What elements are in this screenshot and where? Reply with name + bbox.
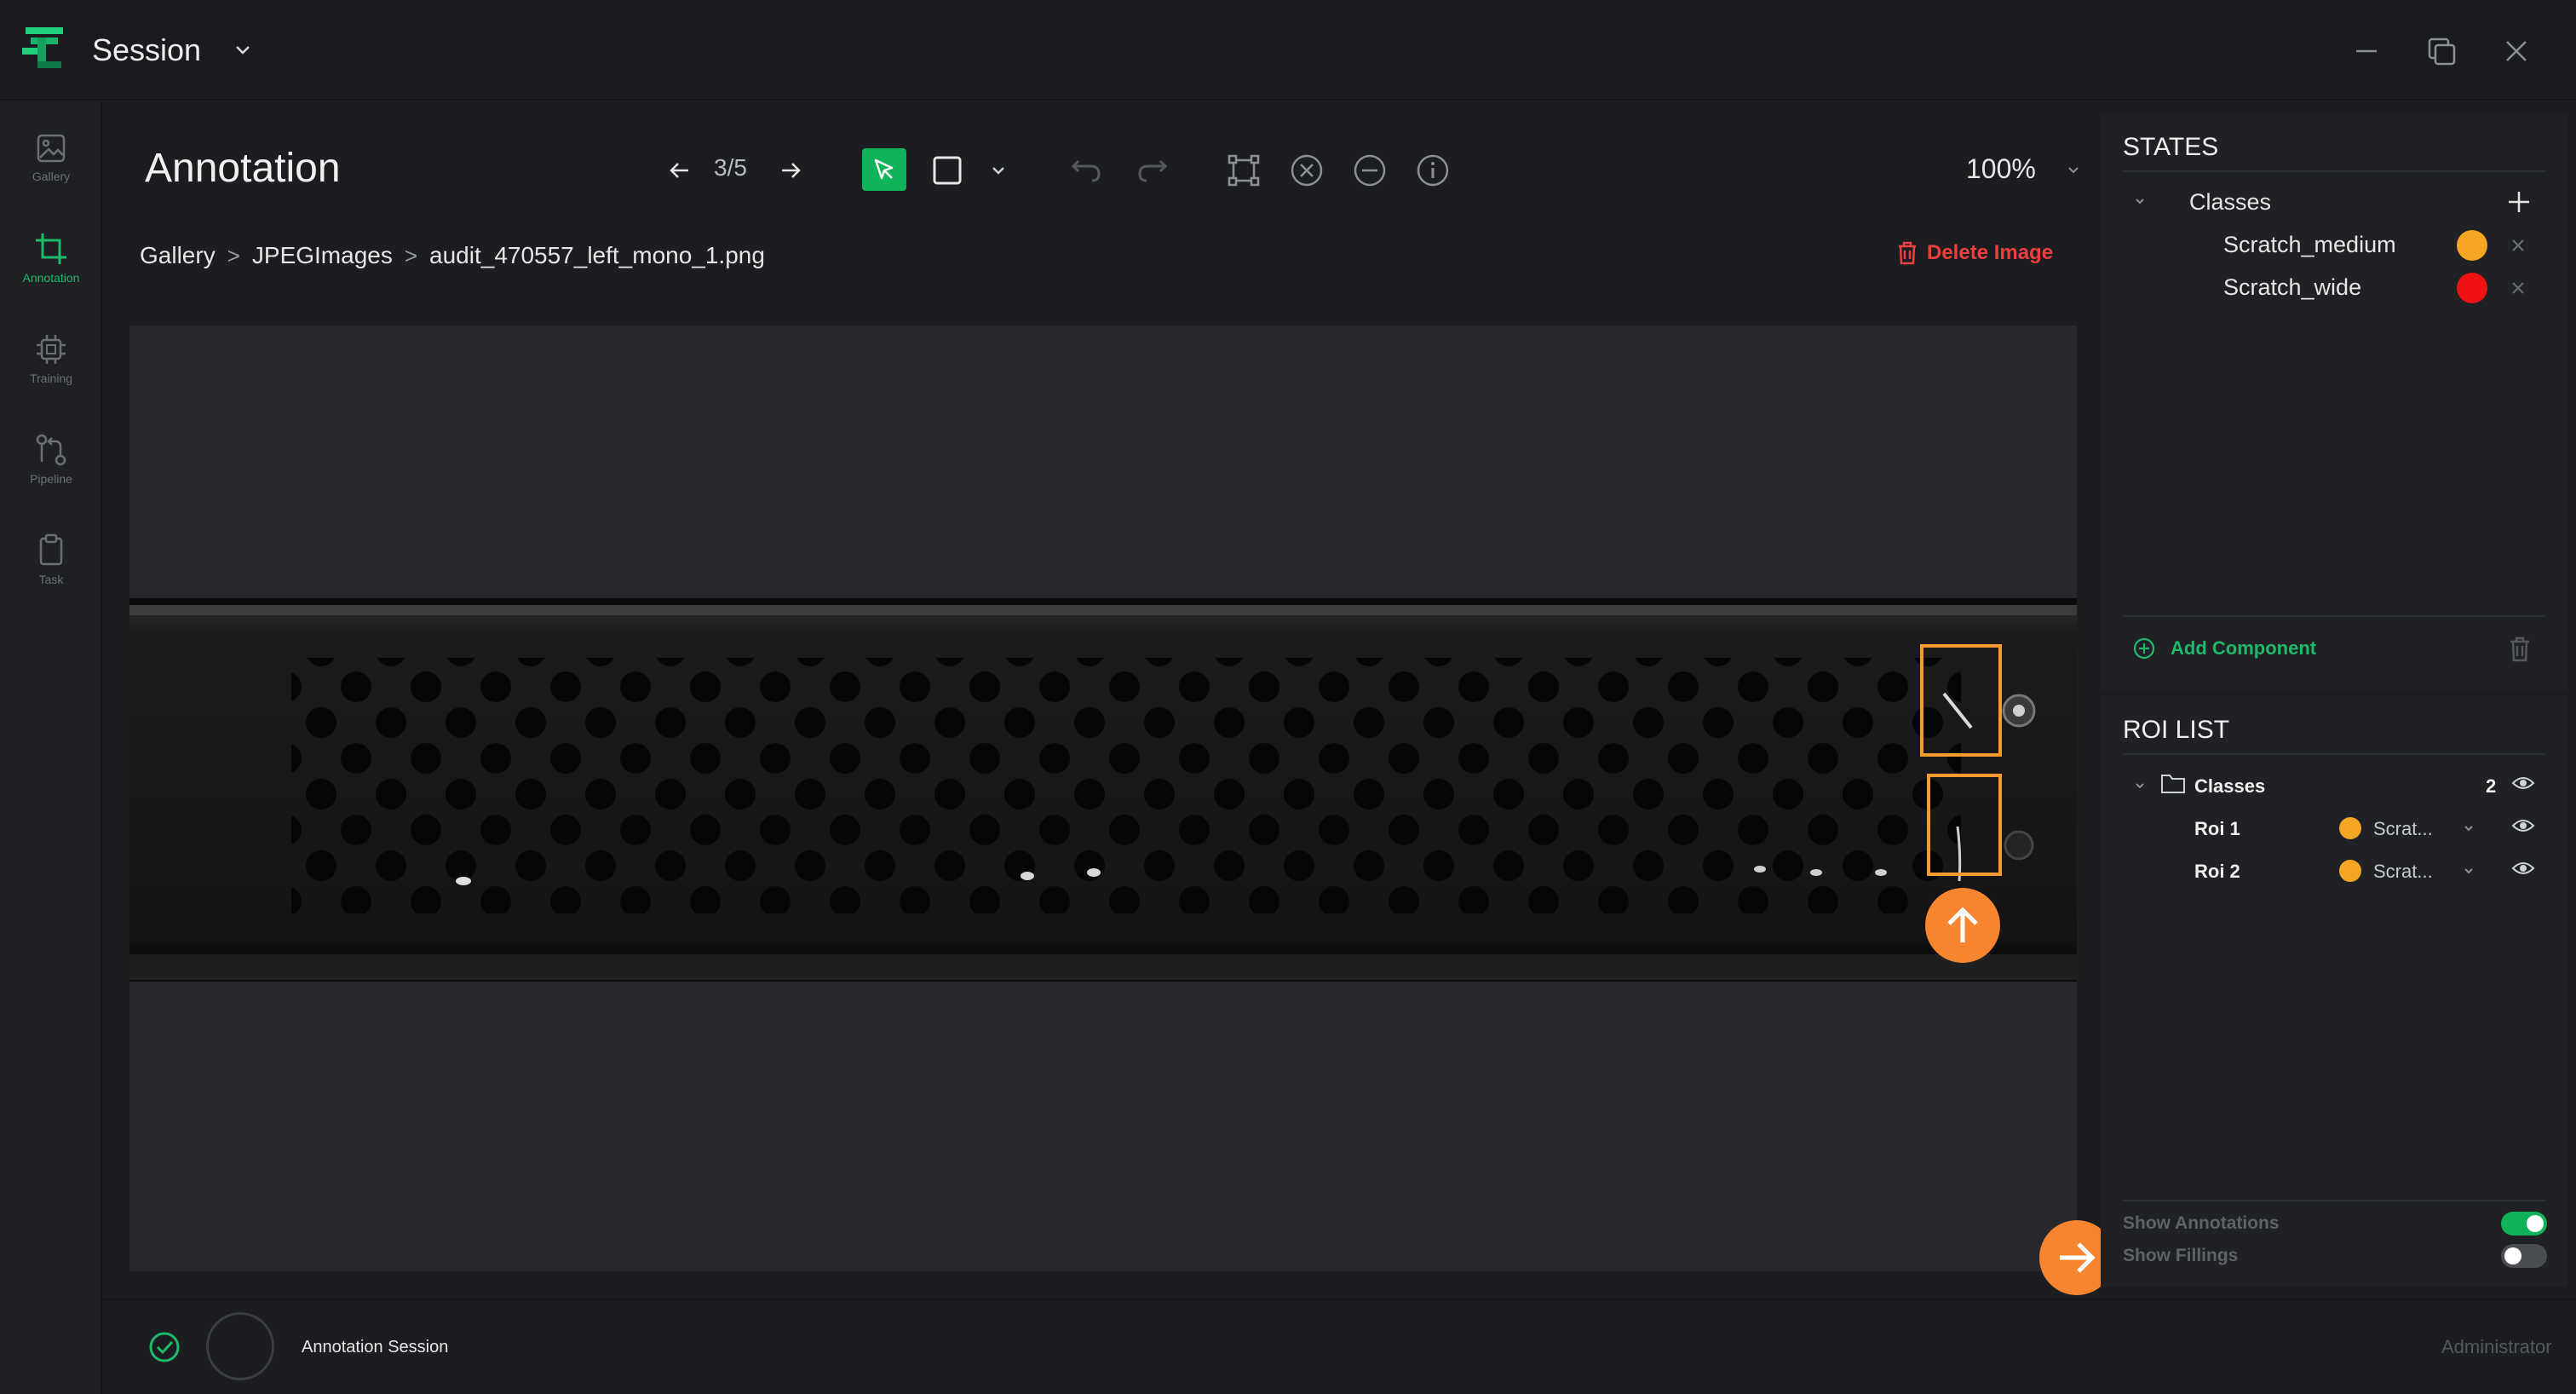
states-title: STATES (2123, 133, 2219, 161)
hint-up-arrow-icon (1925, 888, 2000, 963)
roi-item-label[interactable]: Roi 1 (2194, 818, 2240, 840)
show-fillings-toggle[interactable] (2501, 1244, 2547, 1268)
session-status-label: Annotation Session (302, 1338, 449, 1357)
roi-count: 2 (2486, 775, 2497, 797)
title-bar (0, 0, 2576, 101)
chevron-down-icon[interactable] (233, 41, 252, 60)
chevron-down-icon[interactable] (2462, 864, 2475, 878)
nav-label: Pipeline (30, 472, 72, 486)
classes-group-label: Classes (2189, 189, 2272, 215)
trash-icon[interactable] (2508, 636, 2532, 663)
divider (2123, 170, 2545, 172)
add-class-plus-icon[interactable] (2506, 189, 2532, 215)
divider (2123, 615, 2545, 617)
toggle-knob (2504, 1247, 2521, 1264)
show-fillings-label: Show Fillings (2123, 1246, 2239, 1265)
clear-circle-icon[interactable] (1286, 150, 1327, 191)
previous-arrow-icon[interactable] (659, 150, 700, 191)
folder-icon (2160, 772, 2186, 794)
progress-ring (206, 1312, 274, 1380)
eye-icon[interactable] (2511, 816, 2535, 835)
breadcrumb-file: audit_470557_left_mono_1.png (429, 242, 765, 268)
chip-icon (34, 332, 68, 366)
inspection-image (129, 598, 2077, 982)
nav-item-task[interactable]: Task (0, 513, 102, 607)
delete-image-button[interactable]: Delete Image (1896, 240, 2053, 266)
add-component-label: Add Component (2171, 637, 2317, 659)
close-icon[interactable] (2498, 32, 2535, 70)
roi-class-select[interactable]: Scrat... (2373, 818, 2433, 840)
undo-icon[interactable] (1067, 150, 1107, 191)
chevron-down-icon[interactable] (2133, 779, 2147, 792)
info-circle-icon[interactable] (1412, 150, 1453, 191)
chevron-down-icon[interactable] (978, 150, 1019, 191)
section-gap (2101, 692, 2567, 695)
select-tool-button[interactable] (862, 148, 906, 191)
status-bar (102, 1299, 2576, 1394)
user-role-label: Administrator (2441, 1336, 2552, 1357)
roi-box-1[interactable] (1920, 644, 2002, 757)
breadcrumb-separator: > (404, 242, 418, 268)
nav-label: Gallery (32, 170, 71, 183)
remove-circle-icon[interactable] (1349, 150, 1390, 191)
annotation-canvas[interactable] (129, 325, 2077, 1271)
session-title[interactable]: Session (92, 32, 201, 68)
roi-class-swatch (2339, 860, 2361, 882)
restore-icon[interactable] (2423, 32, 2460, 70)
roi-class-swatch (2339, 817, 2361, 839)
toggle-knob (2527, 1215, 2544, 1232)
rectangle-tool-icon[interactable] (927, 150, 968, 191)
zoom-level[interactable]: 100% (1966, 153, 2036, 185)
roi-group-label: Classes (2194, 775, 2266, 797)
nav-label: Annotation (22, 271, 80, 285)
minimize-icon[interactable] (2348, 32, 2385, 70)
redo-icon[interactable] (1131, 150, 1172, 191)
fit-bounds-icon[interactable] (1223, 150, 1264, 191)
nav-item-gallery[interactable]: Gallery (0, 111, 102, 204)
add-component-button[interactable]: Add Component (2133, 637, 2316, 660)
next-arrow-icon[interactable] (770, 150, 811, 191)
nav-item-annotation[interactable]: Annotation (0, 211, 102, 305)
cursor-arrow-icon (871, 157, 897, 182)
class-item-label[interactable]: Scratch_medium (2223, 232, 2396, 258)
crop-icon (34, 232, 68, 266)
eye-icon[interactable] (2511, 859, 2535, 878)
check-circle-icon (148, 1331, 181, 1363)
divider (2123, 1200, 2545, 1201)
breadcrumb-separator: > (227, 242, 240, 268)
class-color-swatch[interactable] (2457, 273, 2487, 303)
show-annotations-toggle[interactable] (2501, 1212, 2547, 1236)
remove-class-x-icon[interactable] (2510, 237, 2527, 254)
class-item-label[interactable]: Scratch_wide (2223, 274, 2361, 301)
nav-label: Training (29, 372, 73, 385)
roi-box-2[interactable] (1927, 774, 2002, 876)
breadcrumb-gallery[interactable]: Gallery (140, 242, 216, 269)
nav-label: Task (38, 573, 64, 586)
clipboard-icon (34, 533, 68, 567)
nav-item-pipeline[interactable]: Pipeline (0, 412, 102, 506)
trash-icon (1896, 240, 1918, 266)
chevron-down-icon[interactable] (2462, 821, 2475, 835)
breadcrumb: Gallery > JPEGImages > audit_470557_left… (140, 242, 765, 269)
plus-circle-icon (2133, 637, 2155, 660)
delete-image-label: Delete Image (1927, 241, 2054, 264)
nav-item-training[interactable]: Training (0, 312, 102, 406)
roi-item-label[interactable]: Roi 2 (2194, 861, 2240, 883)
app-logo-icon (20, 24, 68, 73)
breadcrumb-folder[interactable]: JPEGImages (252, 242, 393, 269)
image-icon (35, 132, 67, 164)
show-annotations-label: Show Annotations (2123, 1213, 2280, 1233)
chevron-down-icon[interactable] (2133, 194, 2147, 208)
roi-class-select[interactable]: Scrat... (2373, 861, 2433, 883)
roi-list-title: ROI LIST (2123, 716, 2230, 744)
pipeline-icon (34, 433, 68, 467)
remove-class-x-icon[interactable] (2510, 279, 2527, 297)
page-counter: 3/5 (714, 154, 747, 181)
chevron-down-icon[interactable] (2053, 150, 2094, 191)
class-color-swatch[interactable] (2457, 230, 2487, 261)
page-title: Annotation (145, 146, 341, 191)
divider (2123, 753, 2545, 755)
eye-icon[interactable] (2511, 774, 2535, 792)
